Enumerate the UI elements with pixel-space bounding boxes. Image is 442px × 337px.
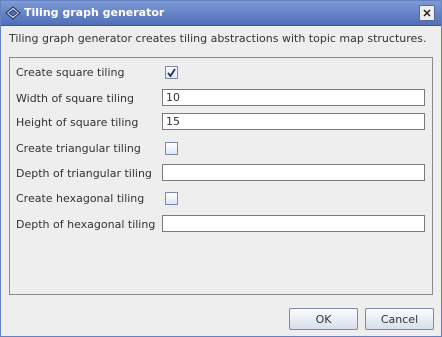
hexagonal-depth-label: Depth of hexagonal tiling [16,218,156,231]
ok-button[interactable]: OK [289,308,358,330]
window-title: Tiling graph generator [24,6,165,19]
create-triangular-label: Create triangular tiling [16,142,141,155]
square-width-label: Width of square tiling [16,92,134,105]
checkmark-icon [167,68,176,78]
create-square-label: Create square tiling [16,66,125,79]
create-triangular-checkbox[interactable] [165,142,178,155]
dialog-window: Tiling graph generator Tiling graph gene… [0,0,442,337]
cancel-button[interactable]: Cancel [365,308,434,330]
close-button[interactable] [419,5,435,21]
square-height-field[interactable]: 15 [162,113,425,130]
title-bar[interactable]: Tiling graph generator [1,1,441,26]
create-hexagonal-checkbox[interactable] [165,192,178,205]
square-width-field[interactable]: 10 [162,89,425,106]
square-height-label: Height of square tiling [16,116,139,129]
topicmap-diamond-icon [5,6,21,20]
triangular-depth-field[interactable] [162,164,425,181]
create-hexagonal-label: Create hexagonal tiling [16,192,145,205]
create-square-checkbox[interactable] [165,66,178,79]
hexagonal-depth-field[interactable] [162,215,425,232]
triangular-depth-label: Depth of triangular tiling [16,167,152,180]
options-panel: Create square tiling Width of square til… [9,57,433,295]
description-text: Tiling graph generator creates tiling ab… [9,32,427,45]
close-icon [423,9,431,17]
